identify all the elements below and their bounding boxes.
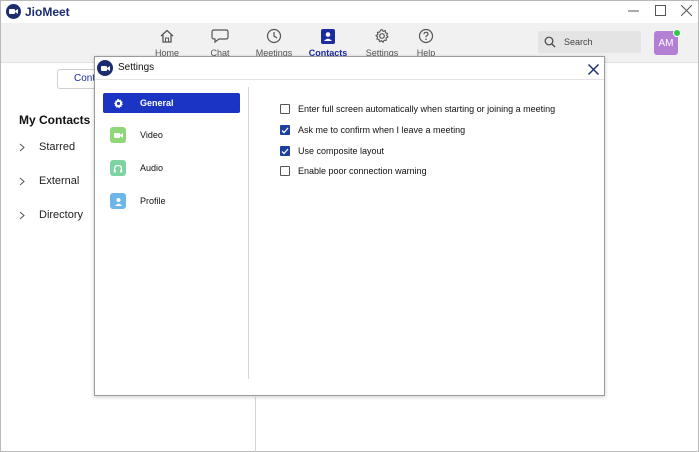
contact-group-label: Directory [39,209,84,221]
checkbox-checked[interactable] [280,146,290,156]
minimize-button[interactable] [618,2,648,22]
home-icon [159,26,175,46]
clock-icon [266,26,282,46]
checkmark-icon [281,127,289,134]
nav-help[interactable]: Help [398,26,454,60]
option-label: Use composite layout [298,146,385,156]
jiomeet-logo-icon [97,60,113,76]
minimize-icon [627,3,639,21]
maximize-icon [654,3,666,21]
contact-group-starred[interactable]: Starred [19,139,75,155]
settings-tab-video[interactable]: Video [103,125,240,145]
presence-indicator [673,29,681,37]
close-icon [680,3,692,21]
contact-group-external[interactable]: External [19,173,79,189]
chevron-right-icon [19,211,39,220]
close-button[interactable] [671,2,699,22]
headphones-icon [110,160,126,176]
settings-tab-profile[interactable]: Profile [103,191,240,211]
contact-group-label: Starred [39,141,76,153]
option-full-screen[interactable]: Enter full screen automatically when sta… [280,103,555,115]
checkbox-checked[interactable] [280,125,290,135]
option-composite-layout[interactable]: Use composite layout [280,145,384,157]
checkmark-icon [281,148,289,155]
settings-tab-audio[interactable]: Audio [103,158,240,178]
checkbox-unchecked[interactable] [280,104,290,114]
nav-chat[interactable]: Chat [192,26,248,60]
chat-icon [211,26,229,46]
contact-group-label: External [39,175,80,187]
settings-tab-label: Audio [140,163,164,173]
help-icon [418,26,434,46]
chevron-right-icon [19,143,39,152]
settings-dialog-title: Settings [118,62,155,73]
close-icon [587,63,599,75]
nav-contacts[interactable]: Contacts [300,26,356,60]
search-box[interactable]: Search [538,31,641,53]
option-label: Enable poor connection warning [298,166,427,176]
option-poor-connection[interactable]: Enable poor connection warning [280,165,427,177]
option-label: Ask me to confirm when I leave a meeting [298,125,466,135]
title-bar: JioMeet [1,1,698,23]
settings-divider [248,87,249,379]
video-icon [110,127,126,143]
settings-close-button[interactable] [586,62,600,76]
gear-icon [374,26,390,46]
contact-group-directory[interactable]: Directory [19,207,83,223]
gear-icon [111,96,125,110]
option-label: Enter full screen automatically when sta… [298,104,556,114]
contacts-icon [321,26,335,46]
settings-tab-label: Profile [140,196,166,206]
app-title: JioMeet [25,5,70,19]
nav-home[interactable]: Home [139,26,195,60]
search-label: Search [564,37,593,47]
settings-tab-label: General [140,98,174,108]
option-confirm-leave[interactable]: Ask me to confirm when I leave a meeting [280,124,465,136]
settings-tab-label: Video [140,130,163,140]
settings-tab-general[interactable]: General [103,93,240,113]
settings-dialog-header: Settings [95,57,604,80]
settings-dialog: Settings General Video Audio Profile Ent… [94,56,605,396]
checkbox-unchecked[interactable] [280,166,290,176]
profile-icon [110,193,126,209]
chevron-right-icon [19,177,39,186]
jiomeet-logo-icon [6,4,21,19]
panel-divider [255,397,256,452]
my-contacts-heading: My Contacts [19,113,91,127]
search-icon [544,36,556,48]
nav-meetings[interactable]: Meetings [246,26,302,60]
